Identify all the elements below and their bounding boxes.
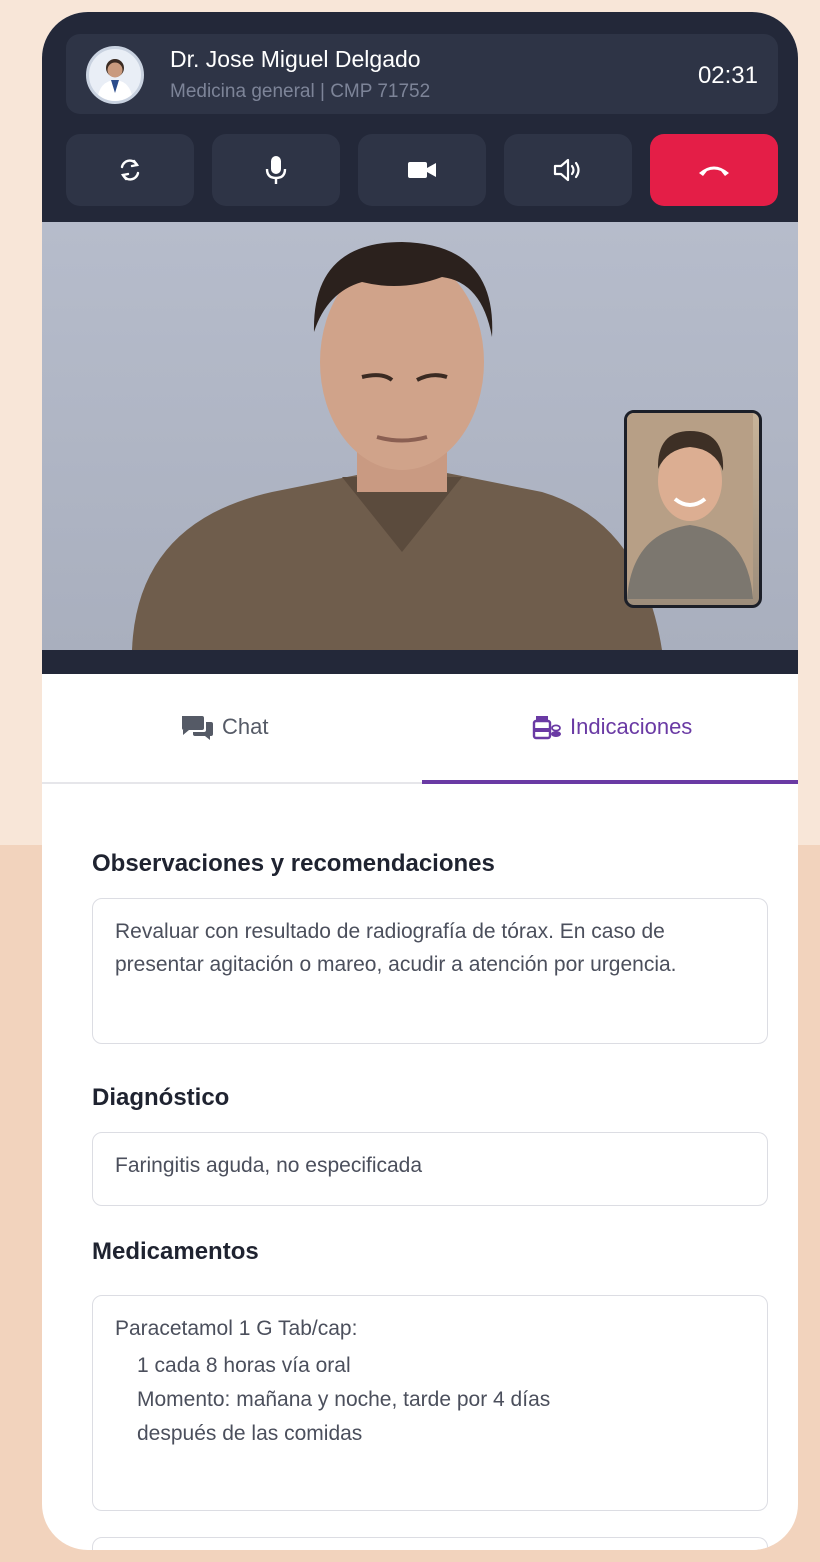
tab-chat[interactable]: Chat (180, 714, 268, 740)
active-tab-indicator (422, 780, 798, 784)
speaker-button[interactable] (504, 134, 632, 206)
self-video (624, 410, 762, 608)
medicamento-dose: 1 cada 8 horas vía oral (137, 1354, 351, 1377)
observaciones-text: Revaluar con resultado de radiografía de… (115, 920, 677, 976)
tab-indicaciones[interactable]: Indicaciones (532, 714, 692, 740)
video-camera-icon (408, 162, 436, 178)
medicamentos-title: Medicamentos (92, 1238, 259, 1265)
tab-chat-label: Chat (222, 714, 269, 739)
switch-camera-icon (120, 159, 140, 181)
observaciones-title: Observaciones y recomendaciones (92, 850, 495, 877)
speaker-icon (553, 158, 580, 182)
diagnostico-field: Faringitis aguda, no especificada (92, 1132, 768, 1206)
call-timer: 02:31 (697, 62, 758, 89)
tab-indicaciones-label: Indicaciones (570, 714, 693, 739)
self-video-image (627, 413, 753, 599)
tab-bar: Chat Indicaciones (42, 674, 798, 784)
doctor-name: Dr. Jose Miguel Delgado (170, 46, 421, 72)
phone-hangup-icon (699, 166, 729, 176)
medicamento-name: Paracetamol 1 G Tab/cap: (115, 1317, 358, 1340)
switch-camera-button[interactable] (66, 134, 194, 206)
medicamento-timing: Momento: mañana y noche, tarde por 4 día… (137, 1388, 551, 1411)
microphone-button[interactable] (212, 134, 340, 206)
diagnostico-text: Faringitis aguda, no especificada (115, 1154, 423, 1177)
medicamento-card-next (92, 1537, 768, 1550)
observaciones-field: Revaluar con resultado de radiografía de… (92, 898, 768, 1044)
video-bottom-bar (42, 650, 798, 674)
call-header: Dr. Jose Miguel Delgado Medicina general… (42, 12, 798, 222)
call-controls (66, 134, 778, 206)
microphone-icon (265, 156, 287, 184)
camera-button[interactable] (358, 134, 486, 206)
doctor-specialty: Medicina general | CMP 71752 (170, 81, 431, 102)
doctor-avatar (86, 46, 144, 104)
prescription-icon (532, 716, 561, 740)
chat-icon (182, 716, 213, 740)
diagnostico-title: Diagnóstico (92, 1084, 230, 1111)
medicamento-note: después de las comidas (137, 1422, 363, 1445)
phone-screen: Dr. Jose Miguel Delgado Medicina general… (42, 12, 798, 1550)
medicamento-card: Paracetamol 1 G Tab/cap: 1 cada 8 horas … (92, 1295, 768, 1511)
call-info-bar: Dr. Jose Miguel Delgado Medicina general… (66, 34, 778, 114)
end-call-button[interactable] (650, 134, 778, 206)
